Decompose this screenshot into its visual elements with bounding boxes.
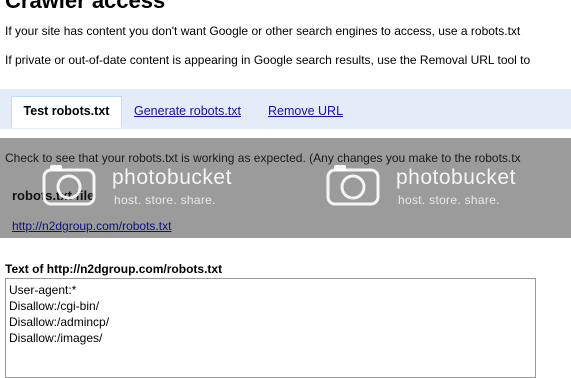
tab-generate-robots[interactable]: Generate robots.txt	[134, 98, 241, 125]
robots-line: Disallow:/admincp/	[9, 315, 110, 329]
intro-robots-text: If your site has content you don't want …	[5, 24, 521, 38]
robots-text-area[interactable]: User-agent:* Disallow:/cgi-bin/ Disallow…	[5, 278, 536, 378]
page-title: Crawler access	[5, 0, 166, 13]
robots-line: Disallow:/cgi-bin/	[9, 299, 100, 313]
tab-test-robots[interactable]: Test robots.txt	[11, 96, 122, 128]
check-instructions: Check to see that your robots.txt is wor…	[5, 151, 521, 165]
robots-url-link[interactable]: http://n2dgroup.com/robots.txt	[12, 219, 171, 233]
camera-icon	[326, 165, 380, 206]
watermark-brand: photobucket	[112, 166, 232, 189]
robots-text-heading: Text of http://n2dgroup.com/robots.txt	[5, 262, 223, 276]
watermark-tagline: host. store. share.	[114, 193, 216, 207]
intro-removal-text: If private or out-of-date content is app…	[5, 53, 531, 67]
tab-remove-url[interactable]: Remove URL	[268, 98, 343, 125]
photobucket-watermark: photobucket host. store. share.	[42, 164, 262, 210]
watermark-tagline: host. store. share.	[398, 193, 500, 207]
watermark-brand: photobucket	[396, 166, 516, 189]
robots-line: User-agent:*	[9, 283, 77, 297]
robots-line: Disallow:/images/	[9, 331, 103, 345]
camera-icon	[42, 165, 96, 206]
photobucket-watermark: photobucket host. store. share.	[326, 164, 556, 210]
